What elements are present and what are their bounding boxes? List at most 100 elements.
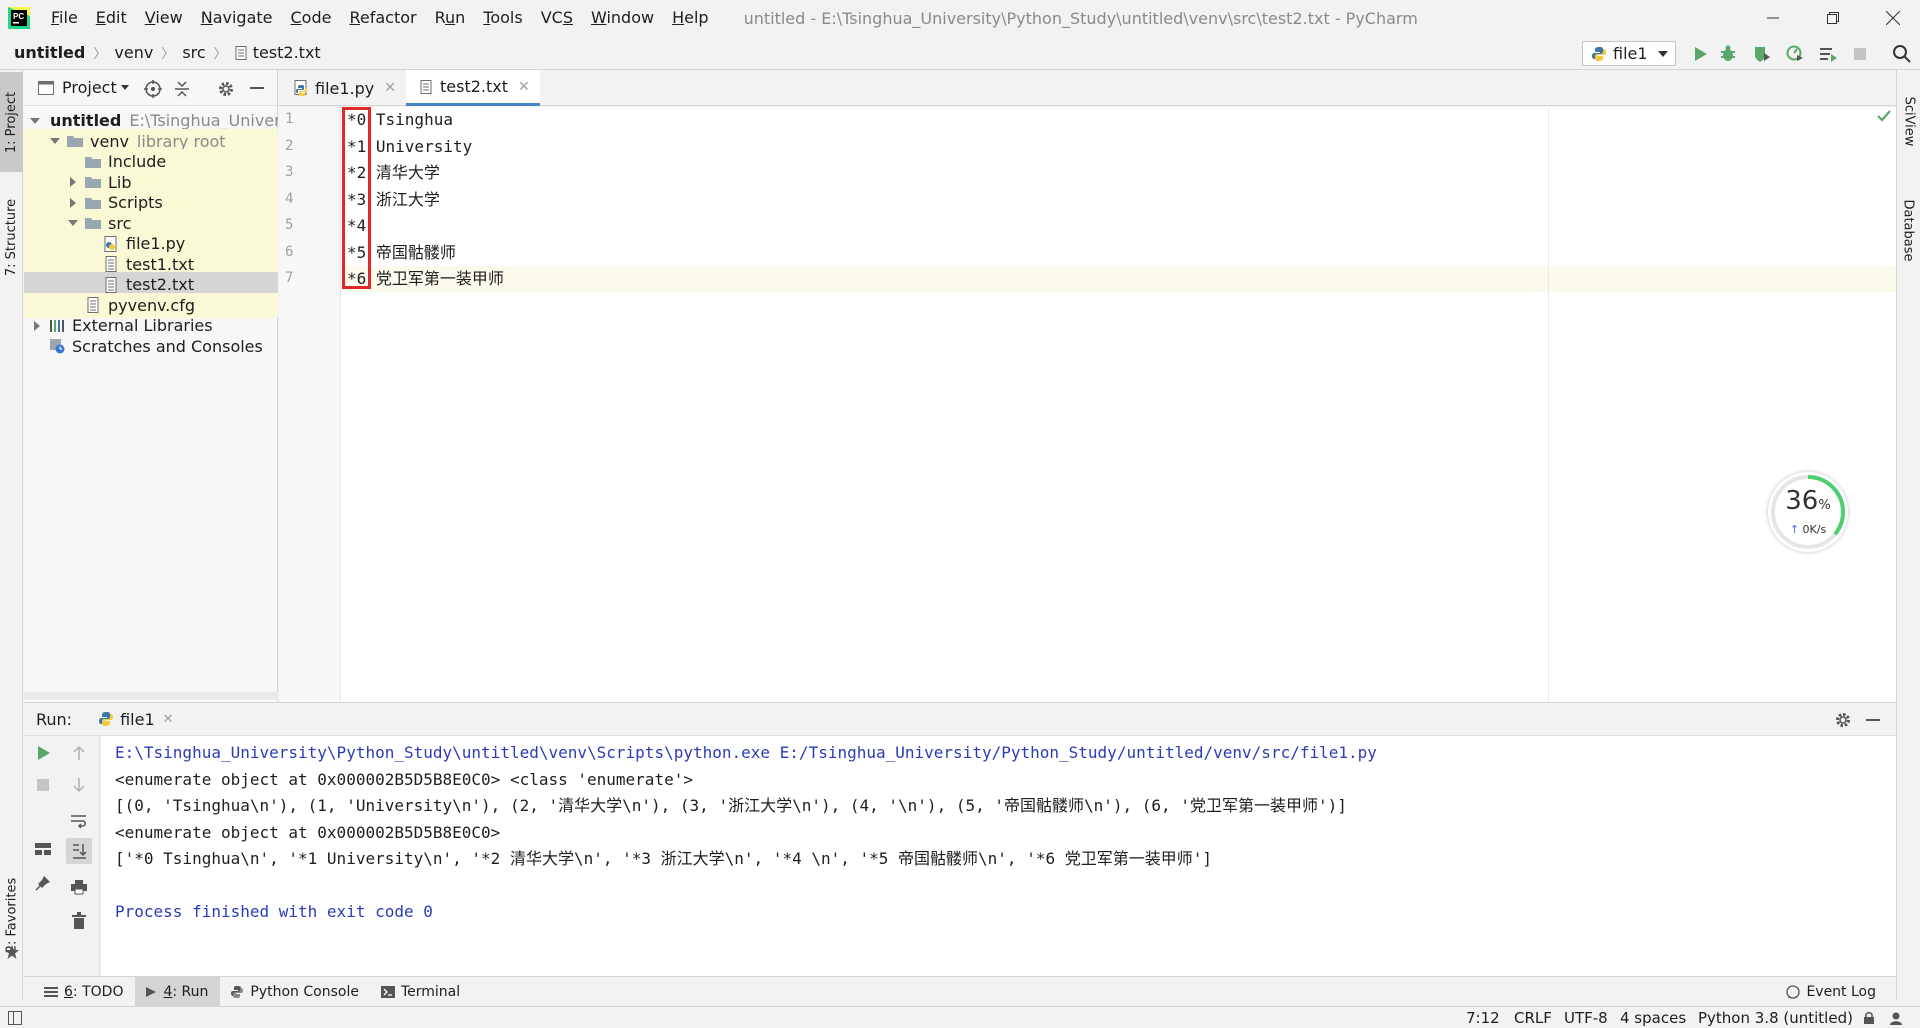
tree-arrow[interactable] xyxy=(48,134,62,148)
concurrency-diagram-button[interactable] xyxy=(1818,44,1838,64)
menu-item-view[interactable]: View xyxy=(136,0,192,36)
gear-icon[interactable] xyxy=(1834,711,1852,729)
tool-tab-terminal[interactable]: Terminal xyxy=(371,977,472,1007)
tool-tab-structure[interactable]: 7: Structure xyxy=(0,182,23,292)
menu-item-navigate[interactable]: Navigate xyxy=(192,0,282,36)
hide-panel-icon[interactable] xyxy=(250,87,264,90)
expanded-arrow-icon[interactable] xyxy=(50,136,60,146)
inspector-icon[interactable] xyxy=(1888,1011,1904,1025)
event-log-button[interactable]: Event Log xyxy=(1786,977,1876,1007)
print-button[interactable] xyxy=(68,876,90,898)
stop-button[interactable] xyxy=(32,774,54,796)
hide-panel-icon[interactable] xyxy=(1866,719,1880,722)
expanded-arrow-icon[interactable] xyxy=(30,116,40,126)
collapsed-arrow-icon[interactable] xyxy=(68,177,78,187)
tree-arrow[interactable] xyxy=(66,216,80,230)
pin-tab-button[interactable] xyxy=(32,872,54,894)
run-tab-file1[interactable]: file1 ✕ xyxy=(98,710,174,729)
breadcrumb-item-venv[interactable]: venv xyxy=(114,43,153,62)
restore-layout-button[interactable] xyxy=(32,838,54,860)
menu-item-run[interactable]: Run xyxy=(426,0,475,36)
scroll-down-button[interactable] xyxy=(68,774,90,796)
tool-windows-toggle-icon[interactable] xyxy=(8,1011,22,1025)
profile-button[interactable] xyxy=(1785,44,1805,64)
menu-item-tools[interactable]: Tools xyxy=(474,0,531,36)
breadcrumb-item-project[interactable]: untitled xyxy=(14,43,85,62)
restore-button[interactable] xyxy=(1810,0,1856,36)
scroll-to-end-button[interactable] xyxy=(66,838,92,864)
tool-tab-database[interactable]: Database xyxy=(1897,180,1920,280)
collapsed-arrow-icon[interactable] xyxy=(32,320,42,331)
menu-item-code[interactable]: Code xyxy=(282,0,341,36)
tree-arrow[interactable] xyxy=(66,175,80,189)
tree-arrow[interactable] xyxy=(30,114,40,128)
tool-tab-todo[interactable]: 6: TODO xyxy=(34,977,135,1007)
run-toolbar xyxy=(24,736,100,976)
project-view-selector[interactable]: Project xyxy=(62,78,117,97)
editor-tab-test2-txt[interactable]: test2.txt ✕ xyxy=(406,70,540,106)
python-icon xyxy=(99,712,114,726)
code-editor[interactable]: 1234567 *0 Tsinghua *1 University *2 清华大学 *… xyxy=(279,107,1896,702)
horizontal-scrollbar[interactable] xyxy=(24,692,278,700)
folder-icon xyxy=(85,156,101,168)
pycharm-logo-icon: PC xyxy=(8,7,30,29)
collapse-all-icon[interactable] xyxy=(174,81,190,97)
clear-all-button[interactable] xyxy=(68,910,90,932)
lock-icon[interactable] xyxy=(1862,1011,1876,1025)
run-console-output[interactable]: E:\Tsinghua_University\Python_Study\unti… xyxy=(101,736,1896,976)
tool-tab-terminal-label: Terminal xyxy=(400,983,461,1000)
locate-icon[interactable] xyxy=(144,80,162,98)
menu-item-vcs[interactable]: VCS xyxy=(532,0,582,36)
close-tab-icon[interactable]: ✕ xyxy=(163,712,174,727)
menu-mnemonic: F xyxy=(51,8,60,27)
network-speed-widget[interactable]: 36% ↑ 0K/s xyxy=(1768,472,1848,552)
soft-wrap-button[interactable] xyxy=(68,810,90,832)
tool-tab-run[interactable]: 4: Run xyxy=(135,976,221,1007)
editor-tab-file1-py[interactable]: file1.py ✕ xyxy=(279,70,406,106)
gear-icon[interactable] xyxy=(217,80,235,98)
scroll-up-button[interactable] xyxy=(68,742,90,764)
run-with-coverage-button[interactable] xyxy=(1752,44,1772,64)
line-separator[interactable]: CRLF xyxy=(1514,1009,1552,1027)
menu-item-edit[interactable]: Edit xyxy=(87,0,136,36)
debug-button[interactable] xyxy=(1718,44,1738,64)
rerun-button[interactable] xyxy=(32,742,54,764)
expanded-arrow-icon[interactable] xyxy=(68,218,78,228)
tree-arrow[interactable] xyxy=(66,196,80,210)
menu-item-refactor[interactable]: Refactor xyxy=(340,0,425,36)
code-line[interactable]: *4 xyxy=(341,213,1896,239)
close-window-button[interactable] xyxy=(1870,0,1916,36)
tree-arrow[interactable] xyxy=(30,319,44,333)
menu-item-window[interactable]: Window xyxy=(582,0,663,36)
code-line[interactable]: *1 University xyxy=(341,134,1896,160)
run-configuration-selector[interactable]: file1 xyxy=(1582,41,1676,66)
tool-tab-python-console[interactable]: Python Console xyxy=(220,977,371,1007)
menu-item-file[interactable]: File xyxy=(42,0,87,36)
stop-button[interactable] xyxy=(1850,44,1870,64)
indent-setting[interactable]: 4 spaces xyxy=(1620,1009,1686,1027)
menu-item-help[interactable]: Help xyxy=(663,0,717,36)
file-encoding[interactable]: UTF-8 xyxy=(1564,1009,1608,1027)
console-line[interactable]: E:\Tsinghua_University\Python_Study\unti… xyxy=(115,740,1896,767)
code-line[interactable]: *2 清华大学 xyxy=(341,160,1896,186)
tree-item-scratches-and-consoles[interactable]: Scratches and Consoles xyxy=(24,334,278,359)
tool-tab-project[interactable]: 1: Project xyxy=(0,72,23,172)
code-line[interactable]: *0 Tsinghua xyxy=(341,107,1896,133)
code-line[interactable]: *5 帝国骷髅师 xyxy=(341,240,1896,266)
caret-position[interactable]: 7:12 xyxy=(1466,1009,1500,1027)
line-number: 7 xyxy=(285,270,294,286)
tool-tab-sciview[interactable]: SciView xyxy=(1897,76,1920,166)
minimize-button[interactable] xyxy=(1750,0,1796,36)
breadcrumb-item-src[interactable]: src xyxy=(182,43,205,62)
collapsed-arrow-icon[interactable] xyxy=(68,197,78,208)
python-interpreter[interactable]: Python 3.8 (untitled) xyxy=(1698,1009,1853,1027)
breadcrumb-item-file[interactable]: test2.txt xyxy=(253,43,321,62)
close-tab-icon[interactable]: ✕ xyxy=(518,79,530,95)
code-line[interactable]: *6 党卫军第一装甲师 xyxy=(341,266,1896,292)
close-tab-icon[interactable]: ✕ xyxy=(384,80,396,96)
run-button[interactable] xyxy=(1690,44,1710,64)
search-everywhere-button[interactable] xyxy=(1892,44,1912,64)
code-line[interactable]: *3 浙江大学 xyxy=(341,187,1896,213)
tree-item-label: untitled xyxy=(50,111,122,130)
line-number: 3 xyxy=(285,164,294,180)
